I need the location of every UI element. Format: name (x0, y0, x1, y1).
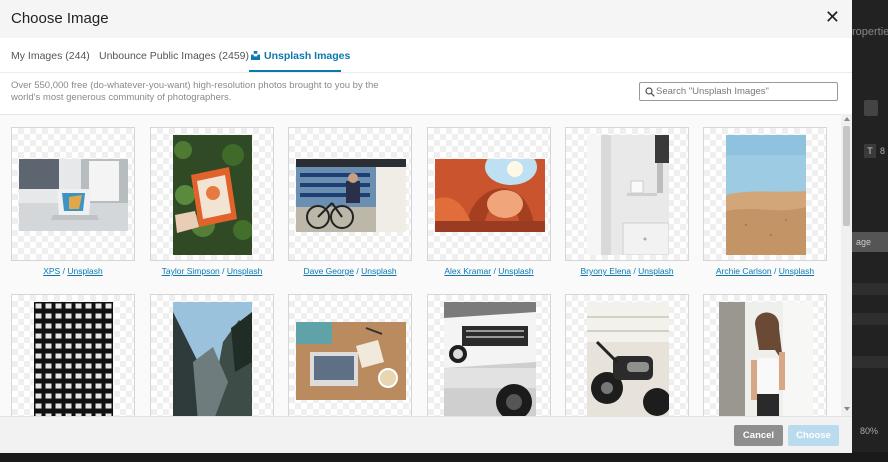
editor-background-panel: roperties T 8 age 80% (852, 0, 888, 462)
image-tile-mountain-valley[interactable] (150, 294, 274, 417)
photo-orange-book (173, 135, 252, 255)
photo-off-road-vehicle (444, 302, 536, 417)
image-tile-woman-window[interactable] (703, 294, 827, 417)
text-tool-icon: T (864, 144, 876, 158)
tab-unsplash-images[interactable]: Unsplash Images (251, 50, 350, 62)
image-tile-motorcycle[interactable] (565, 294, 689, 417)
photo-laptop-desk (19, 159, 128, 231)
image-credit-bryony-elena: Bryony Elena / Unsplash (580, 266, 674, 276)
font-size-value: 8 (880, 146, 886, 156)
photo-red-rock-arch (435, 159, 545, 232)
editor-bottom-toolbar (0, 452, 888, 462)
modal-header: Choose Image ✕ (0, 0, 852, 38)
cancel-button[interactable]: Cancel (734, 425, 783, 446)
image-tile-bryony-elena[interactable] (565, 127, 689, 261)
scroll-up-arrow-icon[interactable] (844, 117, 850, 121)
author-link[interactable]: Dave George (303, 266, 354, 276)
choose-button[interactable]: Choose (788, 425, 839, 446)
panel-divider (852, 356, 888, 368)
image-tile-xps[interactable] (11, 127, 135, 261)
image-credit-archie-carlson: Archie Carlson / Unsplash (715, 266, 815, 276)
choose-image-modal: Choose Image ✕ My Images (244) Unbounce … (0, 0, 852, 453)
panel-divider (852, 313, 888, 325)
properties-label: roperties (852, 26, 888, 38)
scroll-thumb[interactable] (843, 126, 850, 226)
photo-white-room (587, 135, 669, 255)
tab-unsplash-label: Unsplash Images (264, 50, 351, 62)
tab-my-images[interactable]: My Images (244) (11, 50, 90, 62)
photo-building-facade (34, 302, 113, 417)
photo-bicycle-window (296, 159, 406, 232)
search-icon (645, 87, 655, 97)
scroll-down-arrow-icon[interactable] (844, 407, 850, 411)
photo-motorcycle (587, 302, 669, 417)
image-button-partial: age (852, 232, 888, 252)
image-grid: XPS / Unsplash Taylor Simpson / Unsplash… (0, 114, 852, 417)
unsplash-link[interactable]: Unsplash (638, 266, 673, 276)
image-tile-laptop-table[interactable] (288, 294, 412, 417)
author-link[interactable]: Taylor Simpson (162, 266, 220, 276)
image-credit-taylor-simpson: Taylor Simpson / Unsplash (161, 266, 263, 276)
photo-sand-dune (726, 135, 806, 255)
image-source-tabs: My Images (244) Unbounce Public Images (… (0, 38, 852, 73)
tab-unbounce-public-images[interactable]: Unbounce Public Images (2459) (99, 50, 249, 62)
photo-mountain-valley (173, 302, 252, 417)
image-credit-alex-kramar: Alex Kramar / Unsplash (444, 266, 534, 276)
unsplash-logo-icon (251, 51, 260, 60)
unsplash-link[interactable]: Unsplash (67, 266, 102, 276)
image-tile-archie-carlson[interactable] (703, 127, 827, 261)
modal-title: Choose Image (11, 10, 109, 27)
image-tile-dave-george[interactable] (288, 127, 412, 261)
photo-woman-window (719, 302, 813, 417)
author-link[interactable]: Alex Kramar (444, 266, 491, 276)
photo-laptop-table (296, 322, 406, 400)
modal-footer: Cancel Choose (0, 416, 852, 453)
search-box (639, 82, 838, 101)
search-input[interactable] (656, 84, 834, 99)
image-credit-xps: XPS / Unsplash (43, 266, 103, 276)
image-tile-off-road-vehicle[interactable] (427, 294, 551, 417)
unsplash-link[interactable]: Unsplash (361, 266, 396, 276)
lock-icon (864, 100, 878, 116)
zoom-level: 80% (860, 426, 879, 436)
unsplash-description: Over 550,000 free (do-whatever-you-want)… (11, 80, 379, 103)
panel-divider (852, 283, 888, 295)
image-grid-scrollbar[interactable] (841, 114, 852, 416)
active-tab-indicator (249, 70, 341, 72)
author-link[interactable]: XPS (43, 266, 60, 276)
image-credit-dave-george: Dave George / Unsplash (303, 266, 397, 276)
unsplash-link[interactable]: Unsplash (498, 266, 533, 276)
author-link[interactable]: Archie Carlson (716, 266, 772, 276)
image-tile-alex-kramar[interactable] (427, 127, 551, 261)
image-tile-building-facade[interactable] (11, 294, 135, 417)
unsplash-link[interactable]: Unsplash (227, 266, 262, 276)
close-icon[interactable]: ✕ (825, 8, 840, 26)
author-link[interactable]: Bryony Elena (580, 266, 631, 276)
image-tile-taylor-simpson[interactable] (150, 127, 274, 261)
unsplash-link[interactable]: Unsplash (779, 266, 814, 276)
